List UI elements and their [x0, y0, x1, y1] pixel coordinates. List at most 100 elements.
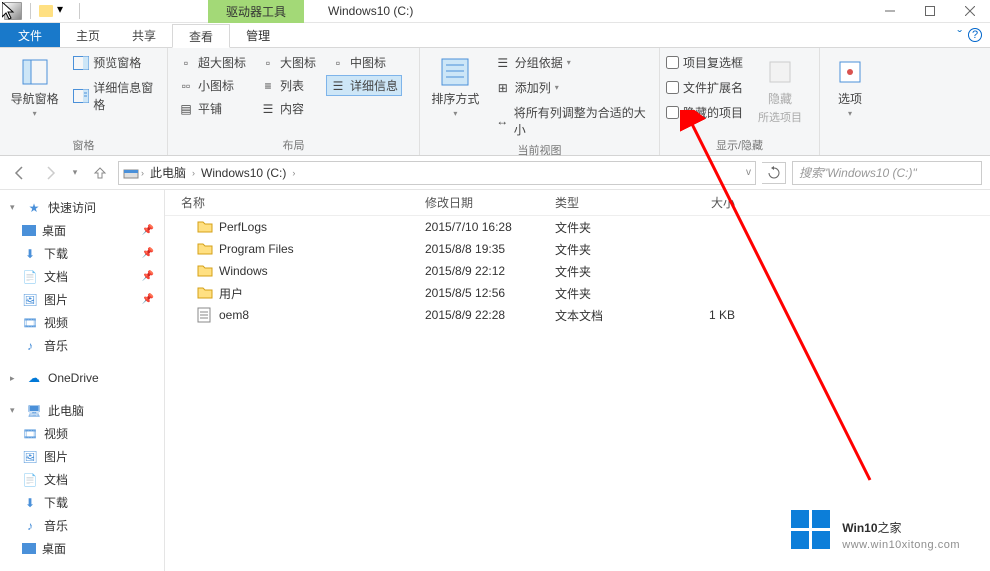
layout-medium[interactable]: ▫中图标: [326, 52, 402, 73]
options-button[interactable]: 选项 ▾: [826, 52, 874, 122]
maximize-button[interactable]: [910, 0, 950, 23]
tree-pc-pictures[interactable]: 🖼图片: [0, 445, 164, 468]
layout-small[interactable]: ▫▫小图标: [174, 75, 250, 96]
tab-view[interactable]: 查看: [172, 24, 230, 48]
file-date: 2015/7/10 16:28: [425, 220, 555, 234]
tab-file[interactable]: 文件: [0, 23, 60, 47]
address-dropdown[interactable]: v: [746, 167, 751, 178]
hide-selected-button[interactable]: 隐藏 所选项目: [749, 52, 811, 129]
tree-pc-documents[interactable]: 📄文档: [0, 468, 164, 491]
window-title: Windows10 (C:): [304, 4, 437, 18]
layout-tiles[interactable]: ▤平铺: [174, 98, 250, 119]
nav-pane-button[interactable]: 导航窗格 ▾: [6, 52, 63, 122]
cursor-icon: [2, 2, 18, 22]
size-all-button[interactable]: ↔将所有列调整为合适的大小: [491, 102, 653, 140]
tree-music[interactable]: ♪音乐: [0, 334, 164, 357]
pin-icon: 📌: [142, 294, 160, 305]
music-icon: ♪: [22, 518, 38, 534]
checkbox-hidden-items[interactable]: 隐藏的项目: [666, 102, 743, 123]
layout-large[interactable]: ▫大图标: [256, 52, 320, 73]
up-button[interactable]: [88, 161, 112, 185]
tree-downloads[interactable]: ⬇下载📌: [0, 242, 164, 265]
chevron-right-icon[interactable]: ›: [292, 168, 295, 178]
file-row[interactable]: Program Files2015/8/8 19:35文件夹: [165, 238, 990, 260]
file-name: Windows: [219, 264, 268, 278]
tree-onedrive[interactable]: ▸☁OneDrive: [0, 367, 164, 389]
col-name[interactable]: 名称: [165, 194, 425, 211]
file-type: 文件夹: [555, 263, 665, 280]
pictures-icon: 🖼: [22, 449, 38, 465]
tab-share[interactable]: 共享: [116, 23, 172, 47]
file-row[interactable]: 用户2015/8/5 12:56文件夹: [165, 282, 990, 304]
layout-details[interactable]: ☰详细信息: [326, 75, 402, 96]
tree-quick-access[interactable]: ▾★快速访问: [0, 196, 164, 219]
chevron-right-icon[interactable]: ›: [141, 168, 144, 178]
file-size: 1 KB: [665, 308, 755, 322]
folder-icon: [197, 285, 213, 301]
tree-pc-downloads[interactable]: ⬇下载: [0, 491, 164, 514]
file-icon: [197, 307, 213, 323]
layout-content[interactable]: ☰内容: [256, 98, 320, 119]
file-row[interactable]: PerfLogs 2015/7/10 16:28文件夹: [165, 216, 990, 238]
layout-extralarge[interactable]: ▫超大图标: [174, 52, 250, 73]
tree-videos[interactable]: 🎞视频: [0, 311, 164, 334]
back-button[interactable]: [8, 161, 32, 185]
navigation-pane[interactable]: ▾★快速访问 桌面📌 ⬇下载📌 📄文档📌 🖼图片📌 🎞视频 ♪音乐 ▸☁OneD…: [0, 190, 165, 571]
close-button[interactable]: [950, 0, 990, 23]
refresh-button[interactable]: [762, 162, 786, 184]
download-icon: ⬇: [22, 495, 38, 511]
file-name: PerfLogs: [219, 220, 267, 234]
file-row[interactable]: oem82015/8/9 22:28文本文档1 KB: [165, 304, 990, 326]
star-icon: ★: [26, 200, 42, 216]
sort-by-button[interactable]: 排序方式 ▾: [426, 52, 485, 122]
checkbox-file-extensions[interactable]: 文件扩展名: [666, 77, 743, 98]
address-bar[interactable]: › 此电脑 › Windows10 (C:) › v: [118, 161, 756, 185]
tree-desktop[interactable]: 桌面📌: [0, 219, 164, 242]
tree-pc-music[interactable]: ♪音乐: [0, 514, 164, 537]
qat-item[interactable]: ▾: [57, 2, 71, 20]
file-date: 2015/8/9 22:12: [425, 264, 555, 278]
download-icon: ⬇: [22, 246, 38, 262]
col-size[interactable]: 大小: [665, 194, 755, 211]
minimize-button[interactable]: [870, 0, 910, 23]
file-row[interactable]: Windows 2015/8/9 22:12文件夹: [165, 260, 990, 282]
pin-icon: 📌: [142, 271, 160, 282]
tree-thispc[interactable]: ▾🖥此电脑: [0, 399, 164, 422]
group-currentview-label: 当前视图: [426, 140, 653, 160]
tree-pictures[interactable]: 🖼图片📌: [0, 288, 164, 311]
file-date: 2015/8/8 19:35: [425, 242, 555, 256]
file-name: Program Files: [219, 242, 294, 256]
preview-pane-button[interactable]: 预览窗格: [69, 52, 161, 73]
ribbon-expand-button[interactable]: ˇ ?: [949, 23, 990, 47]
breadcrumb-thispc[interactable]: 此电脑: [146, 164, 190, 181]
file-type: 文件夹: [555, 219, 665, 236]
tab-home[interactable]: 主页: [60, 23, 116, 47]
group-layout: ▫超大图标 ▫▫小图标 ▤平铺 ▫大图标 ≡列表 ☰内容 ▫中图标 ☰详细信息 …: [168, 48, 420, 155]
details-pane-button[interactable]: 详细信息窗格: [69, 77, 161, 115]
navigation-bar: ▾ › 此电脑 › Windows10 (C:) › v 搜索"Windows1…: [0, 156, 990, 190]
group-by-button[interactable]: ☰分组依据 ▾: [491, 52, 653, 73]
col-type[interactable]: 类型: [555, 194, 665, 211]
nav-pane-label: 导航窗格: [11, 90, 59, 107]
breadcrumb-drive[interactable]: Windows10 (C:): [197, 166, 290, 180]
qat-item[interactable]: [39, 5, 53, 17]
tab-manage[interactable]: 管理: [230, 23, 286, 47]
file-name: oem8: [219, 308, 249, 322]
col-date[interactable]: 修改日期: [425, 194, 555, 211]
tree-pc-videos[interactable]: 🎞视频: [0, 422, 164, 445]
chevron-right-icon[interactable]: ›: [192, 168, 195, 178]
add-columns-button[interactable]: ⊞添加列 ▾: [491, 77, 653, 98]
recent-button[interactable]: ▾: [68, 161, 82, 185]
tree-documents[interactable]: 📄文档📌: [0, 265, 164, 288]
layout-list[interactable]: ≡列表: [256, 75, 320, 96]
document-icon: 📄: [22, 472, 38, 488]
win10-logo-icon: [791, 510, 830, 549]
group-panes-label: 窗格: [6, 135, 161, 155]
video-icon: 🎞: [22, 315, 38, 331]
checkbox-item-checkboxes[interactable]: 项目复选框: [666, 52, 743, 73]
tree-pc-desktop[interactable]: 桌面: [0, 537, 164, 560]
forward-button[interactable]: [38, 161, 62, 185]
context-tab[interactable]: 驱动器工具: [208, 0, 304, 23]
pictures-icon: 🖼: [22, 292, 38, 308]
search-input[interactable]: 搜索"Windows10 (C:)": [792, 161, 982, 185]
